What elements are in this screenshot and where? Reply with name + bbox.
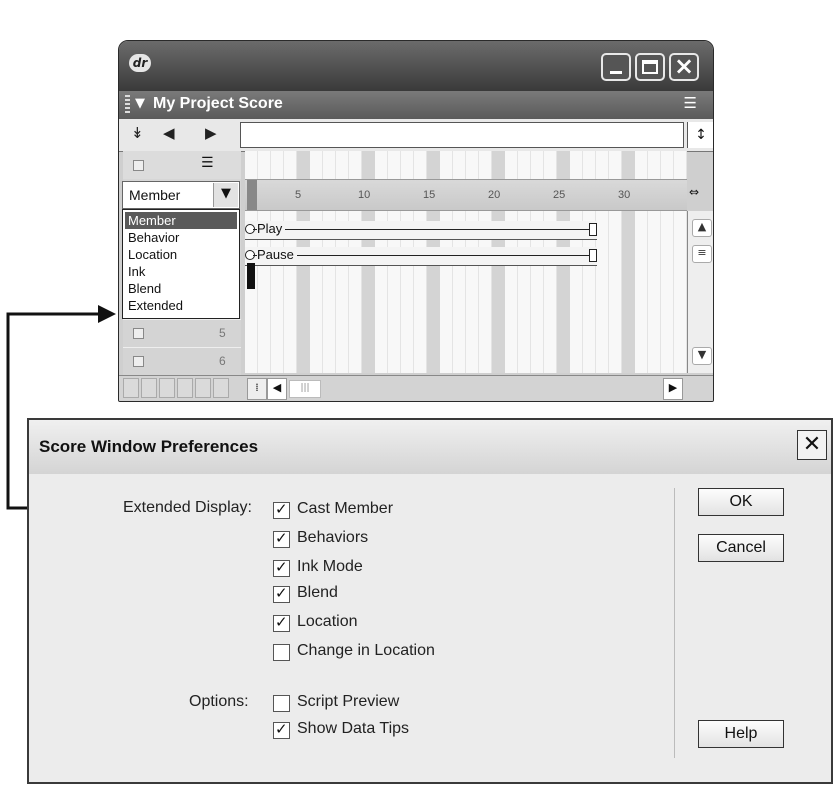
dropdown-option-behavior[interactable]: Behavior [125, 229, 237, 246]
ruler-tick: 10 [358, 189, 371, 201]
dropdown-option-extended[interactable]: Extended [125, 297, 237, 314]
channel-tab[interactable] [195, 378, 211, 398]
sprite-label: Play [257, 221, 286, 236]
horizontal-scroll-thumb[interactable]: ||| [289, 380, 321, 398]
sprite-end-icon [589, 249, 597, 262]
close-icon[interactable]: × [669, 53, 699, 81]
dialog-titlebar[interactable]: Score Window Preferences ✕ [29, 420, 831, 475]
channel-hide-toggle[interactable] [133, 160, 144, 171]
ruler-tick: 20 [488, 189, 501, 201]
sprite-label: Pause [257, 247, 297, 262]
panel-title: My Project Score [153, 95, 283, 112]
zoom-menu-icon[interactable]: ⇔ [689, 185, 699, 199]
channel-display-select[interactable]: Member ▼ [122, 181, 240, 209]
vertical-scrollbar[interactable]: ▲ ≡ ▼ [687, 211, 713, 373]
dialog-body: Extended Display: Cast Member Behaviors … [29, 474, 831, 782]
jump-to-playhead-icon[interactable]: ↡ [131, 124, 144, 142]
checkbox[interactable] [273, 500, 290, 519]
score-split-icon[interactable]: ⁞ [247, 378, 267, 400]
ruler-tick: 25 [553, 189, 566, 201]
checkbox-label: Location [297, 613, 358, 630]
ruler-tick: 15 [423, 189, 436, 201]
chevron-down-icon[interactable]: ▼ [213, 183, 238, 207]
dialog-title: Score Window Preferences [39, 437, 259, 456]
score-toolbar: ↡ ◀ ▶ ↕ [119, 119, 713, 152]
panel-header: ▼ My Project Score ☰ [119, 91, 713, 119]
checkbox[interactable] [273, 720, 290, 739]
window-titlebar[interactable]: dr × [119, 41, 713, 91]
score-bottom-bar: ⁞ ◀ ||| ▶ [119, 375, 713, 401]
channel-display-value: Member [129, 187, 181, 203]
dropdown-option-ink[interactable]: Ink [125, 263, 237, 280]
channel-row[interactable]: 6 [123, 347, 241, 376]
channel-tab[interactable] [213, 378, 229, 398]
ok-button[interactable]: OK [698, 488, 784, 516]
channel-tab[interactable] [159, 378, 175, 398]
score-window: dr × ▼ My Project Score ☰ ↡ ◀ ▶ ↕ ☰ Memb… [118, 40, 714, 402]
channel-number: 6 [219, 354, 226, 368]
extended-display-label: Extended Display: [123, 499, 252, 516]
ruler-tick: 5 [295, 189, 302, 201]
help-button[interactable]: Help [698, 720, 784, 748]
checkbox-label: Change in Location [297, 642, 435, 659]
director-logo-icon: dr [129, 54, 151, 72]
scroll-thumb[interactable]: ≡ [692, 245, 712, 263]
ruler-tick: 30 [618, 189, 631, 201]
checkbox[interactable] [273, 529, 290, 548]
channel-display-dropdown: Member Behavior Location Ink Blend Exten… [122, 209, 240, 319]
sprite-play[interactable]: Play [245, 221, 597, 240]
checkbox-label: Show Data Tips [297, 720, 410, 737]
playhead[interactable] [247, 263, 255, 289]
previous-marker-icon[interactable]: ◀ [163, 124, 175, 142]
channel-tab[interactable] [141, 378, 157, 398]
checkbox[interactable] [273, 558, 290, 577]
channel-hide-toggle[interactable] [133, 356, 144, 367]
playhead-marker[interactable] [247, 180, 257, 210]
checkbox-label: Cast Member [297, 500, 394, 517]
comment-icon[interactable]: ☰ [201, 155, 214, 171]
scroll-right-icon[interactable]: ▶ [663, 378, 683, 400]
scroll-up-icon[interactable]: ▲ [692, 219, 712, 237]
channel-tab[interactable] [177, 378, 193, 398]
checkbox[interactable] [273, 613, 290, 632]
checkbox[interactable] [273, 584, 290, 603]
sprite-end-icon [589, 223, 597, 236]
next-marker-icon[interactable]: ▶ [205, 124, 217, 142]
channel-row[interactable]: 5 [123, 319, 241, 348]
collapse-triangle-icon[interactable]: ▼ [135, 96, 145, 111]
checkbox-label: Ink Mode [297, 558, 363, 575]
dialog-divider [674, 488, 675, 758]
dropdown-option-member[interactable]: Member [125, 212, 237, 229]
checkbox-label: Behaviors [297, 529, 369, 546]
checkbox-label: Blend [297, 584, 338, 601]
dropdown-option-location[interactable]: Location [125, 246, 237, 263]
checkbox[interactable] [273, 644, 290, 661]
options-label: Options: [189, 693, 249, 710]
marker-channel[interactable] [240, 122, 684, 148]
checkbox-label: Script Preview [297, 693, 400, 710]
panel-grip-icon[interactable] [125, 95, 130, 115]
scroll-left-icon[interactable]: ◀ [267, 378, 287, 400]
checkbox[interactable] [273, 695, 290, 712]
sprite-pause[interactable]: Pause [245, 247, 597, 266]
resize-handle-icon[interactable]: ↕ [687, 122, 713, 148]
minimize-icon[interactable] [601, 53, 631, 81]
score-window-preferences-dialog: Score Window Preferences ✕ Extended Disp… [27, 418, 833, 784]
channel-hide-toggle[interactable] [133, 328, 144, 339]
maximize-icon[interactable] [635, 53, 665, 81]
frame-ruler[interactable]: 5 10 15 20 25 30 [245, 179, 687, 211]
scroll-down-icon[interactable]: ▼ [692, 347, 712, 365]
dropdown-option-blend[interactable]: Blend [125, 280, 237, 297]
close-icon[interactable]: ✕ [797, 430, 827, 460]
channel-number: 5 [219, 326, 226, 340]
panel-options-menu-icon[interactable]: ☰ [684, 94, 697, 112]
cancel-button[interactable]: Cancel [698, 534, 784, 562]
